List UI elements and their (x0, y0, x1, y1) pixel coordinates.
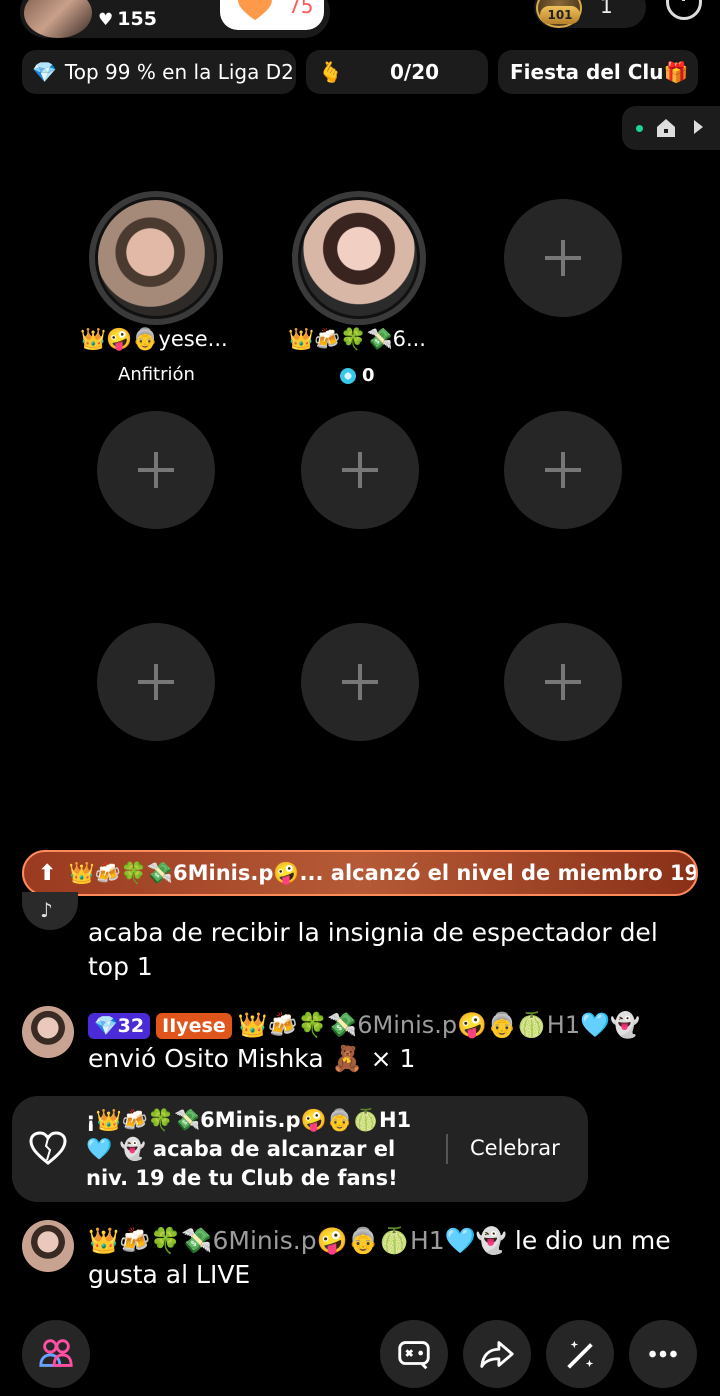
divider (446, 1134, 448, 1164)
tiktok-icon: ♪ (40, 898, 53, 922)
league-rank-pill[interactable]: 💎 Top 99 % en la Liga D2 (22, 50, 296, 94)
guest-coin-value: 0 (362, 365, 375, 386)
arrow-up-icon: ⬆ (38, 860, 57, 886)
diamond-icon: 💎 (32, 60, 57, 84)
host-seat[interactable] (89, 191, 223, 325)
fiesta-club-pill[interactable]: Fiesta del Clu 🎁 (498, 50, 698, 94)
member-level-banner-text: 👑🍻🍀💸6Minis.p🤪... alcanzó el nivel de mie… (68, 860, 698, 885)
chat-nickname[interactable]: 👑🍻🍀💸6Minis.p🤪👵🍈H1🩵👻 (238, 1011, 640, 1039)
member-level-banner[interactable]: ⬆ 👑🍻🍀💸6Minis.p🤪... alcanzó el nivel de m… (22, 850, 698, 896)
chat-message-badge: acaba de recibir la insignia de espectad… (88, 918, 658, 981)
host-seat-name: 👑🤪👵yese... (80, 327, 228, 351)
goal-progress-count: 0/20 (390, 60, 440, 84)
more-button[interactable] (629, 1320, 697, 1388)
share-button[interactable] (463, 1320, 531, 1388)
play-icon (694, 120, 703, 134)
games-button[interactable] (380, 1320, 448, 1388)
follow-count: 75 (288, 0, 314, 18)
viewer-count: 1 (600, 0, 613, 18)
league-rank-label: Top 99 % en la Liga D2 (64, 60, 294, 84)
empty-seat[interactable] (504, 199, 622, 317)
game-controller-icon (398, 1341, 430, 1370)
fan-club-badge: ⅠⅠ yese (156, 1013, 232, 1039)
more-dots-icon (649, 1350, 677, 1358)
chat-user-avatar[interactable] (22, 1220, 74, 1272)
likes-counter: ♥ 155 (98, 8, 157, 30)
user-level-badge: 💎 32 (88, 1013, 151, 1039)
share-arrow-icon (480, 1341, 514, 1368)
chat-nickname[interactable]: 👑🍻🍀💸6Minis.p🤪👵🍈H1🩵👻 (88, 1226, 507, 1255)
empty-seat[interactable] (504, 411, 622, 529)
magic-wand-icon (567, 1340, 594, 1369)
empty-seat[interactable] (301, 411, 419, 529)
viewer-level-badge: 101 (540, 6, 580, 24)
goal-progress-pill[interactable]: 🫰 0/20 (306, 50, 488, 94)
fiesta-club-label: Fiesta del Clu (510, 60, 664, 84)
guest-seat-name: 👑🍻🍀💸6... (288, 327, 426, 351)
empty-seat[interactable] (97, 411, 215, 529)
live-dot-icon (636, 125, 643, 132)
chat-user-avatar[interactable] (22, 1006, 74, 1058)
home-icon (657, 119, 675, 137)
heart-outline-icon (29, 1131, 67, 1165)
people-icon (39, 1339, 73, 1367)
effects-button[interactable] (546, 1320, 614, 1388)
empty-seat[interactable] (504, 623, 622, 741)
chat-message-gift: 💎 32 ⅠⅠ yese 👑🍻🍀💸6Minis.p🤪👵🍈H1🩵👻 envió Osit… (88, 1008, 688, 1076)
guest-coin-count: 0 (340, 365, 375, 386)
fiesta-gift-icon: 🎁 (663, 60, 689, 84)
guests-button[interactable] (22, 1320, 90, 1388)
guest-seat-1[interactable] (292, 191, 426, 325)
fan-club-name: yese (176, 1015, 226, 1037)
chat-message-like: 👑🍻🍀💸6Minis.p🤪👵🍈H1🩵👻 le dio un me gusta a… (88, 1224, 688, 1292)
celebrate-message: ¡👑🍻🍀💸6Minis.p🤪👵🍈H1🩵 👻 acaba de alcanzar … (86, 1108, 412, 1190)
host-seat-photo (95, 197, 217, 319)
empty-seat[interactable] (97, 623, 215, 741)
guest-seat-photo (298, 197, 420, 319)
celebrate-button[interactable]: Celebrar (470, 1136, 560, 1160)
likes-count: 155 (117, 8, 157, 30)
power-icon[interactable] (666, 0, 702, 20)
host-role-label: Anfitrión (118, 364, 195, 385)
empty-seat[interactable] (301, 623, 419, 741)
user-level-value: 32 (117, 1015, 145, 1037)
gift-hand-icon: 🫰 (318, 60, 343, 84)
coin-icon (340, 368, 356, 384)
heart-icon: ♥ (98, 10, 114, 30)
orange-heart-icon (238, 0, 272, 21)
gift-message-text: envió Osito Mishka 🧸 × 1 (88, 1044, 416, 1073)
